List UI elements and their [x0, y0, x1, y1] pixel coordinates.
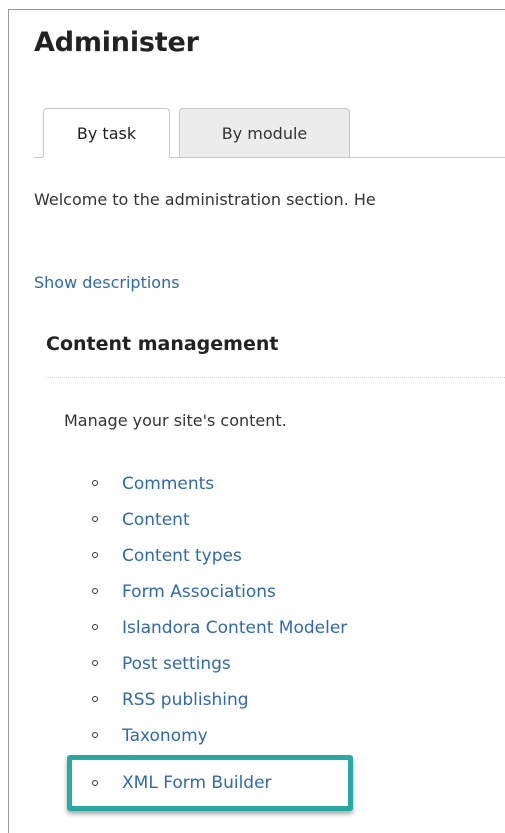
link-label[interactable]: XML Form Builder [92, 765, 272, 801]
section-title-content-management: Content management [46, 333, 279, 355]
tab-by-task[interactable]: By task [43, 108, 170, 158]
link-label[interactable]: Islandora Content Modeler [92, 610, 347, 646]
bullet-icon [92, 552, 98, 558]
bullet-icon [92, 480, 98, 486]
link-content[interactable]: Content [92, 502, 347, 538]
bullet-icon [92, 624, 98, 630]
tab-by-module[interactable]: By module [179, 108, 350, 158]
bullet-icon [92, 588, 98, 594]
bullet-icon [92, 660, 98, 666]
content-management-links: Comments Content Content types Form Asso… [92, 466, 347, 754]
bullet-icon [92, 732, 98, 738]
page-title: Administer [34, 27, 199, 58]
link-comments[interactable]: Comments [92, 466, 347, 502]
link-label[interactable]: Content types [92, 538, 242, 574]
link-islandora-content-modeler[interactable]: Islandora Content Modeler [92, 610, 347, 646]
welcome-text: Welcome to the administration section. H… [34, 190, 376, 209]
link-form-associations[interactable]: Form Associations [92, 574, 347, 610]
show-descriptions-link[interactable]: Show descriptions [34, 273, 180, 292]
section-description: Manage your site's content. [64, 411, 287, 430]
link-taxonomy[interactable]: Taxonomy [92, 718, 347, 754]
link-label[interactable]: Post settings [92, 646, 231, 682]
bullet-icon [92, 696, 98, 702]
bullet-icon [92, 780, 98, 786]
link-xml-form-builder[interactable]: XML Form Builder [92, 765, 272, 801]
section-divider [46, 377, 505, 378]
link-label[interactable]: Comments [92, 466, 214, 502]
link-content-types[interactable]: Content types [92, 538, 347, 574]
link-label[interactable]: Taxonomy [92, 718, 208, 754]
link-label[interactable]: RSS publishing [92, 682, 249, 718]
bullet-icon [92, 516, 98, 522]
link-rss-publishing[interactable]: RSS publishing [92, 682, 347, 718]
link-label[interactable]: Content [92, 502, 190, 538]
link-label[interactable]: Form Associations [92, 574, 276, 610]
link-post-settings[interactable]: Post settings [92, 646, 347, 682]
